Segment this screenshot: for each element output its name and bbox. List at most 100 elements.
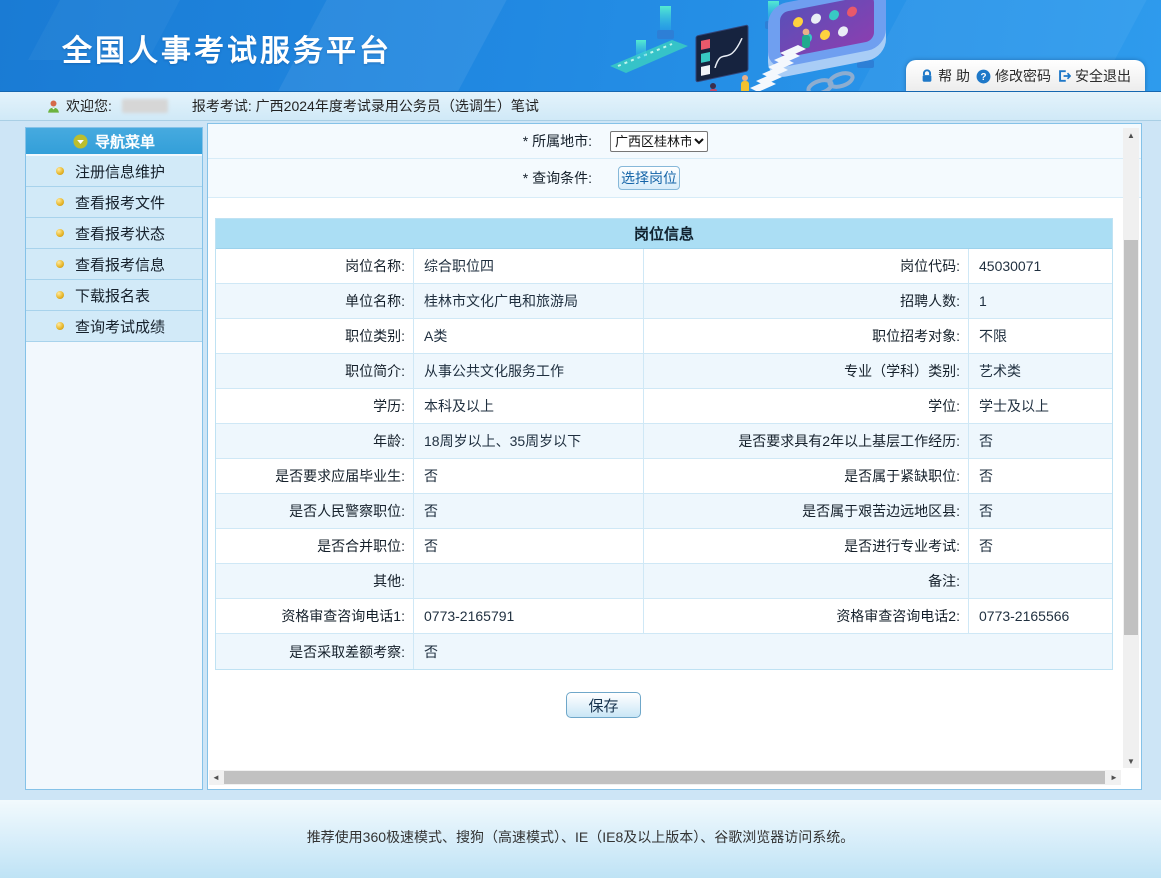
row-label-2: 是否属于艰苦边远地区县: (644, 494, 969, 528)
job-table-body: 岗位名称: 综合职位四 岗位代码: 45030071 单位名称: 桂林市文化广电… (216, 249, 1112, 669)
sidebar-nav-header[interactable]: 导航菜单 (26, 128, 202, 156)
help-link[interactable]: 帮 助 (920, 66, 970, 86)
row-value-2: 45030071 (969, 249, 1112, 283)
logout-label: 安全退出 (1075, 66, 1131, 86)
row-value-1: 0773-2165791 (414, 599, 644, 633)
sidebar-menu: 注册信息维护 查看报考文件 查看报考状态 查看报考信息 下载报名表 查询考试成绩 (26, 156, 202, 342)
logout-link[interactable]: 安全退出 (1057, 66, 1131, 86)
lock-icon (920, 69, 934, 83)
row-label-1: 其他: (216, 564, 414, 598)
select-job-button[interactable]: 选择岗位 (618, 166, 680, 190)
row-value-2: 学士及以上 (969, 389, 1112, 423)
row-label-1: 年龄: (216, 424, 414, 458)
row-value-1: A类 (414, 319, 644, 353)
row-label-2: 是否属于紧缺职位: (644, 459, 969, 493)
row-label-1: 职位简介: (216, 354, 414, 388)
bullet-icon (56, 229, 64, 237)
row-label-2: 专业（学科）类别: (644, 354, 969, 388)
city-form-row: * 所属地市: 广西区桂林市 (208, 124, 1141, 159)
help-label: 帮 助 (938, 66, 970, 86)
table-row: 职位简介: 从事公共文化服务工作 专业（学科）类别: 艺术类 (216, 354, 1112, 389)
row-label-1: 是否采取差额考察: (216, 634, 414, 669)
table-row: 学历: 本科及以上 学位: 学士及以上 (216, 389, 1112, 424)
scroll-right-arrow[interactable]: ► (1107, 770, 1121, 785)
sidebar-item-5[interactable]: 查询考试成绩 (26, 311, 202, 342)
sidebar-item-0[interactable]: 注册信息维护 (26, 156, 202, 187)
table-row: 岗位名称: 综合职位四 岗位代码: 45030071 (216, 249, 1112, 284)
sidebar-item-label: 下载报名表 (75, 285, 150, 306)
header-quick-links: 帮 助 ? 修改密码 安全退出 (906, 60, 1145, 92)
row-label-2: 资格审查咨询电话2: (644, 599, 969, 633)
row-value-1: 否 (414, 494, 644, 528)
horizontal-scrollbar[interactable]: ◄ ► (209, 770, 1121, 785)
table-row: 职位类别: A类 职位招考对象: 不限 (216, 319, 1112, 354)
sidebar-item-1[interactable]: 查看报考文件 (26, 187, 202, 218)
horizontal-scroll-thumb[interactable] (224, 771, 1105, 784)
table-row: 资格审查咨询电话1: 0773-2165791 资格审查咨询电话2: 0773-… (216, 599, 1112, 634)
app-header: 全国人事考试服务平台 (0, 0, 1161, 92)
page: { "colors": { "header_blue": "#1E86DD", … (0, 0, 1161, 878)
sidebar-item-label: 查看报考信息 (75, 254, 165, 275)
sidebar-item-label: 注册信息维护 (75, 161, 165, 182)
row-label-1: 职位类别: (216, 319, 414, 353)
row-label-2: 是否要求具有2年以上基层工作经历: (644, 424, 969, 458)
table-row: 是否采取差额考察: 否 (216, 634, 1112, 669)
city-select[interactable]: 广西区桂林市 (610, 131, 708, 152)
scroll-down-arrow[interactable]: ▼ (1123, 754, 1139, 768)
row-label-2: 学位: (644, 389, 969, 423)
job-table-title: 岗位信息 (216, 219, 1112, 249)
page-footer: 推荐使用360极速模式、搜狗（高速模式）、IE（IE8及以上版本）、谷歌浏览器访… (0, 800, 1161, 878)
change-password-label: 修改密码 (995, 66, 1051, 86)
table-row: 单位名称: 桂林市文化广电和旅游局 招聘人数: 1 (216, 284, 1112, 319)
table-row: 是否要求应届毕业生: 否 是否属于紧缺职位: 否 (216, 459, 1112, 494)
change-password-link[interactable]: ? 修改密码 (976, 66, 1051, 86)
sidebar-item-3[interactable]: 查看报考信息 (26, 249, 202, 280)
bullet-icon (56, 167, 64, 175)
page-title: 全国人事考试服务平台 (62, 26, 392, 70)
exam-info: 报考考试: 广西2024年度考试录用公务员（选调生）笔试 (192, 96, 539, 116)
scroll-left-arrow[interactable]: ◄ (209, 770, 223, 785)
sidebar-item-label: 查询考试成绩 (75, 316, 165, 337)
header-illustration (610, 0, 910, 92)
row-label-1: 学历: (216, 389, 414, 423)
city-label: * 所属地市: (208, 131, 600, 151)
row-value-2: 不限 (969, 319, 1112, 353)
vertical-scrollbar[interactable]: ▲ ▼ (1123, 128, 1139, 768)
vertical-scroll-thumb[interactable] (1124, 240, 1138, 635)
query-form-row: * 查询条件: 选择岗位 (208, 159, 1141, 198)
row-value-2: 否 (969, 494, 1112, 528)
row-value-1 (414, 564, 644, 598)
table-row: 是否合并职位: 否 是否进行专业考试: 否 (216, 529, 1112, 564)
row-value-2: 否 (969, 424, 1112, 458)
sidebar-item-4[interactable]: 下载报名表 (26, 280, 202, 311)
exit-icon (1057, 69, 1071, 83)
chevron-down-circle-icon (73, 134, 88, 149)
row-label-1: 岗位名称: (216, 249, 414, 283)
row-label-1: 是否要求应届毕业生: (216, 459, 414, 493)
username-redacted (122, 99, 168, 113)
row-value-1: 本科及以上 (414, 389, 644, 423)
welcome-bar: 欢迎您: 报考考试: 广西2024年度考试录用公务员（选调生）笔试 (0, 92, 1161, 121)
row-label-1: 单位名称: (216, 284, 414, 318)
save-button[interactable]: 保存 (566, 692, 641, 718)
row-label-1: 是否合并职位: (216, 529, 414, 563)
bullet-icon (56, 260, 64, 268)
row-value-2: 0773-2165566 (969, 599, 1112, 633)
row-value-2 (969, 564, 1112, 598)
row-value-1: 综合职位四 (414, 249, 644, 283)
row-value-1: 18周岁以上、35周岁以下 (414, 424, 644, 458)
row-label-1: 是否人民警察职位: (216, 494, 414, 528)
main-content: * 所属地市: 广西区桂林市 * 查询条件: 选择岗位 岗位信息 岗位名称: 综… (207, 123, 1142, 790)
scroll-up-arrow[interactable]: ▲ (1123, 128, 1139, 142)
row-value-1: 桂林市文化广电和旅游局 (414, 284, 644, 318)
table-row: 其他: 备注: (216, 564, 1112, 599)
row-label-2: 是否进行专业考试: (644, 529, 969, 563)
row-label-2: 招聘人数: (644, 284, 969, 318)
svg-text:?: ? (980, 71, 986, 82)
row-value-2: 否 (969, 459, 1112, 493)
row-value-1: 从事公共文化服务工作 (414, 354, 644, 388)
sidebar-item-2[interactable]: 查看报考状态 (26, 218, 202, 249)
welcome-label: 欢迎您: (66, 96, 112, 116)
question-icon: ? (976, 69, 991, 84)
row-label-2: 职位招考对象: (644, 319, 969, 353)
